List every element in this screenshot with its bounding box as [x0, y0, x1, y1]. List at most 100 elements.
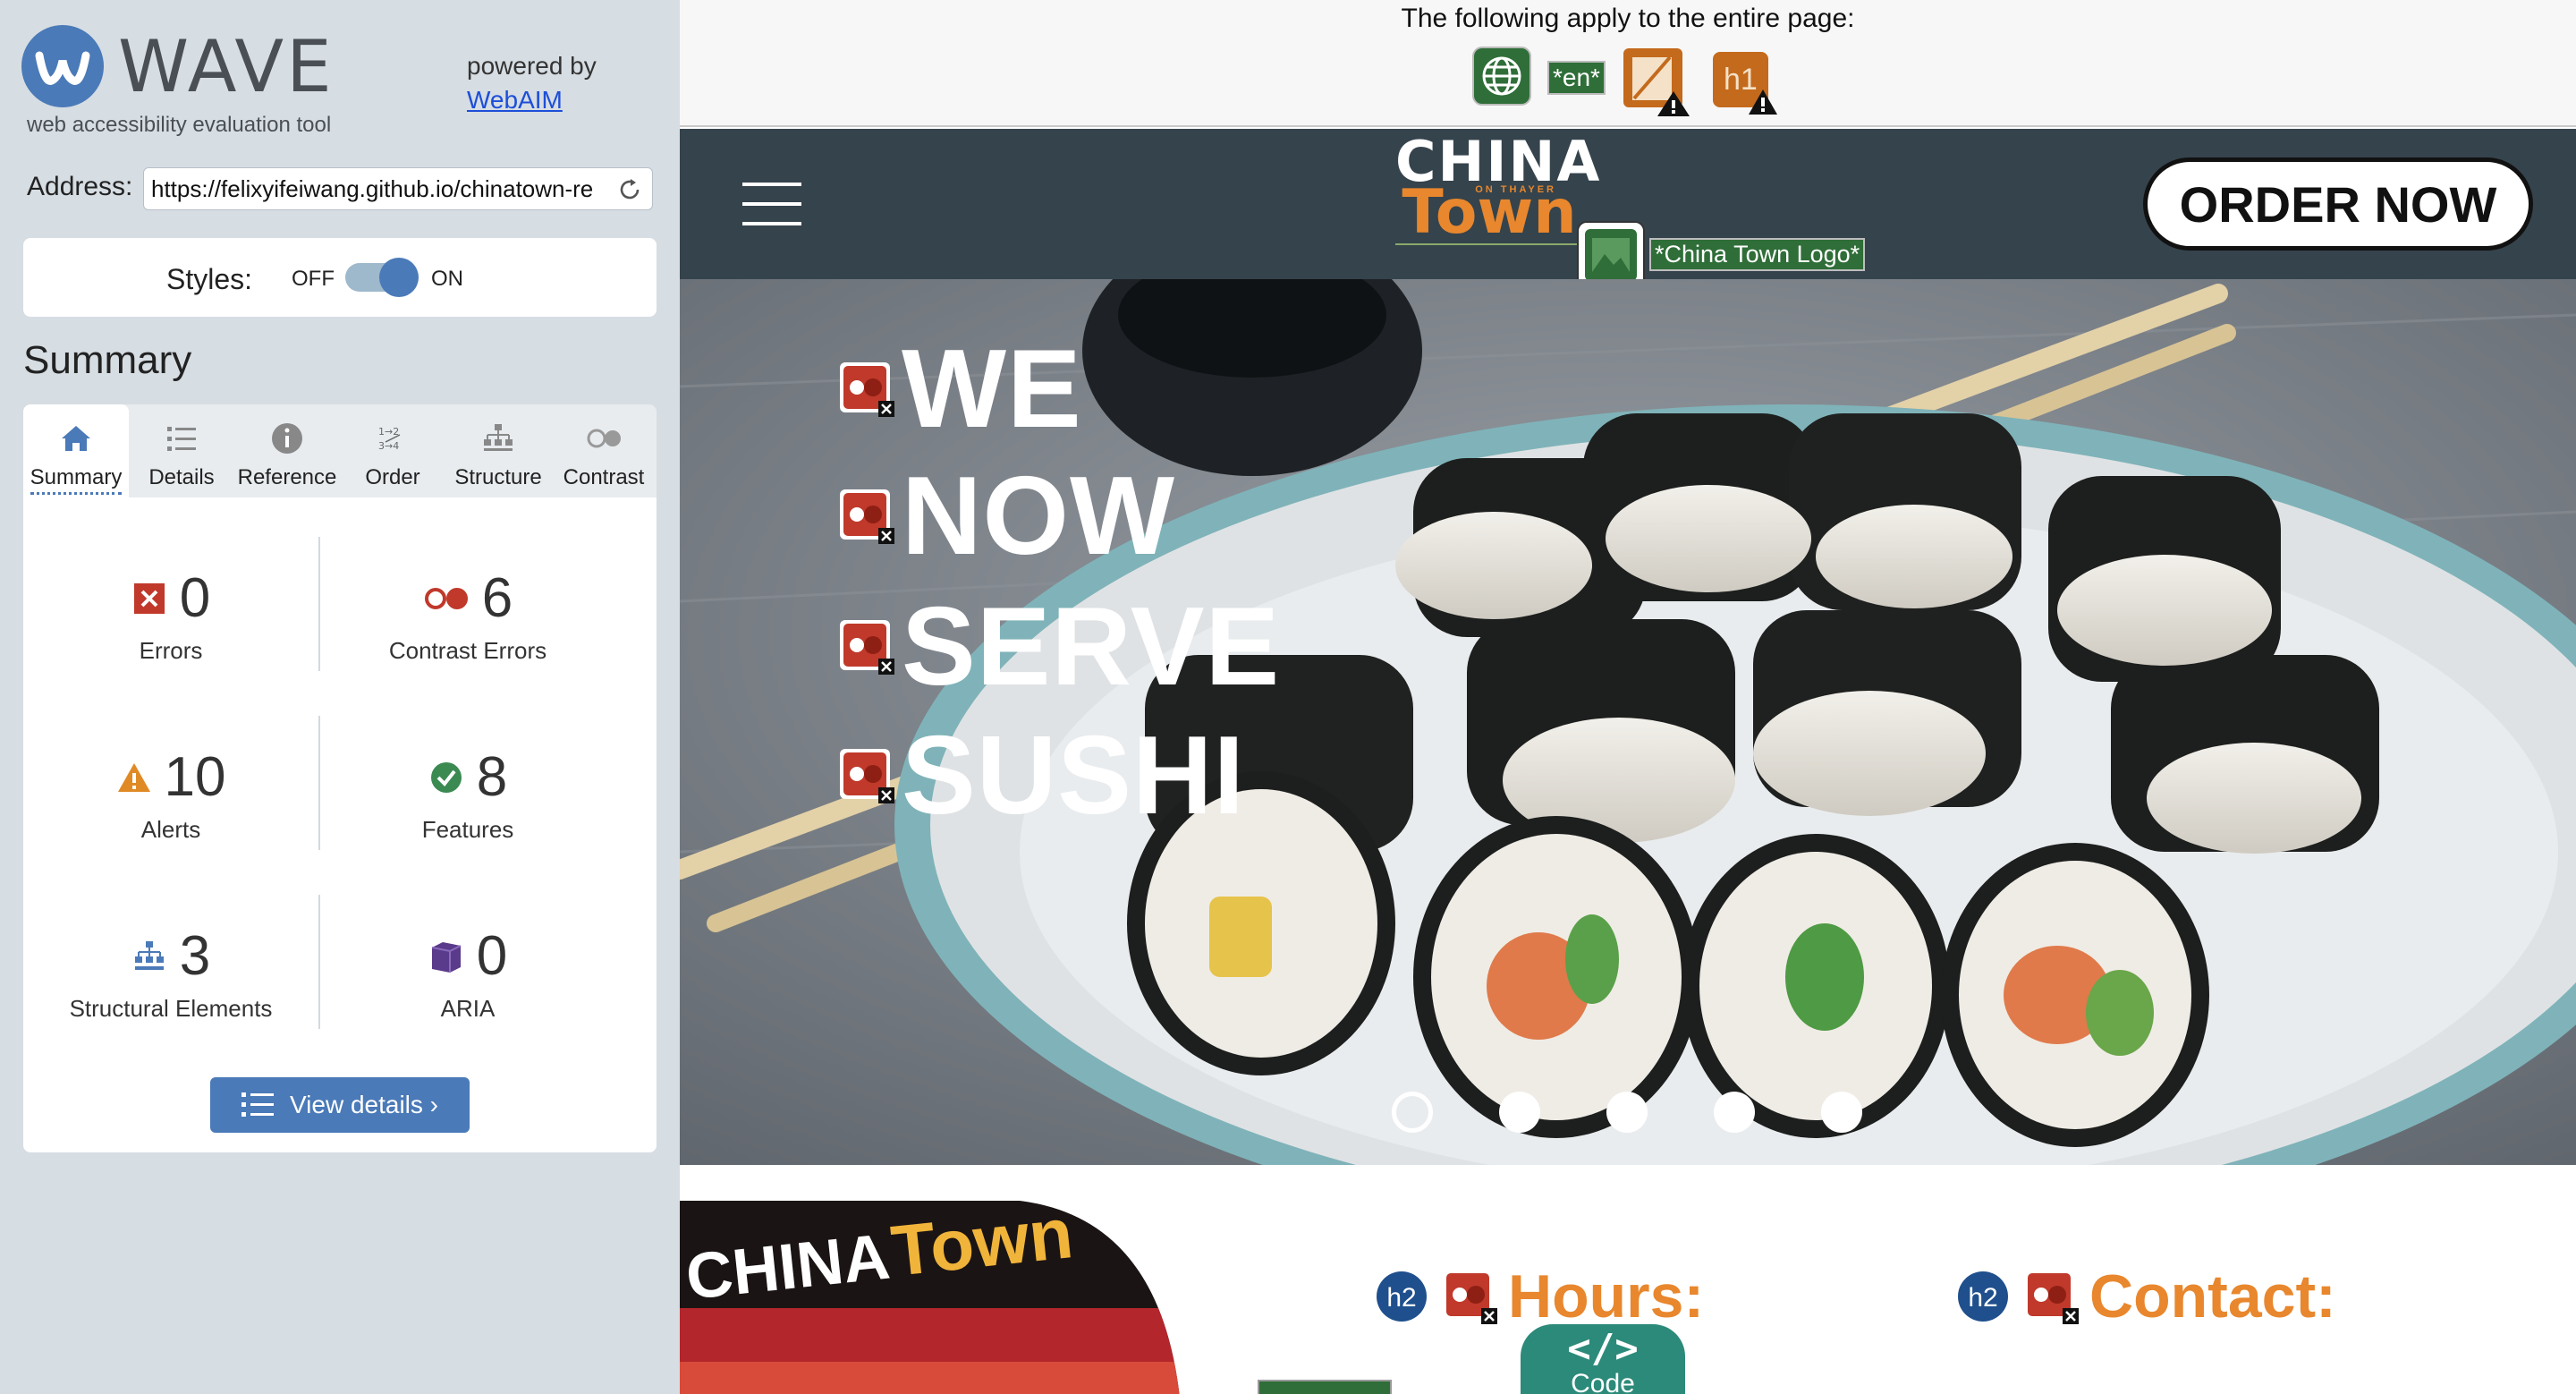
feature-check-icon: [430, 762, 462, 793]
alerts-count: 10: [164, 746, 226, 808]
contrast-icon: [587, 429, 621, 448]
h2-structure-icon[interactable]: h2: [1372, 1267, 1431, 1326]
stat-aria[interactable]: 0 ARIA: [320, 927, 615, 1023]
webaim-link[interactable]: WebAIM: [467, 86, 563, 115]
stat-features[interactable]: 8 Features: [320, 748, 615, 844]
h2-badge-text: h2: [1386, 1283, 1416, 1313]
logo-underline: [1395, 243, 1583, 245]
h2-badge-text: h2: [1968, 1283, 1997, 1313]
storefront-image: CHINA Town: [680, 1201, 1181, 1394]
address-field[interactable]: [143, 167, 653, 210]
list-icon: [241, 1092, 274, 1117]
styles-toggle[interactable]: [345, 258, 419, 297]
contrast-error-icon[interactable]: [1440, 1267, 1499, 1326]
structure-icon: [484, 424, 513, 451]
logo-alt-text: *China Town Logo*: [1649, 238, 1866, 271]
hero-word: WE: [902, 327, 1082, 451]
carousel-dot-4[interactable]: [1714, 1092, 1755, 1133]
tab-label: Structure: [454, 465, 542, 489]
alert-triangle-icon: [1748, 89, 1777, 115]
tab-label: Reference: [237, 465, 337, 489]
view-details-button[interactable]: View details ›: [210, 1077, 470, 1133]
errors-count: 0: [179, 567, 211, 629]
wave-tabs: Summary Details Reference 1→2 3→4 Order: [23, 404, 657, 497]
svg-text:1→2: 1→2: [378, 426, 399, 438]
tab-order[interactable]: 1→2 3→4 Order: [340, 404, 445, 497]
hero-word: NOW: [902, 455, 1176, 578]
tab-label: Details: [148, 465, 215, 489]
hours-heading: h2 Hours:: [1372, 1262, 1704, 1331]
missing-title-alert-icon[interactable]: [1622, 47, 1695, 118]
reload-icon[interactable]: [616, 176, 643, 203]
info-icon: [272, 423, 302, 454]
summary-heading: Summary: [23, 338, 192, 382]
stat-structural-elements[interactable]: 3 Structural Elements: [23, 927, 318, 1023]
contact-heading: h2 Contact:: [1953, 1262, 2336, 1331]
carousel-dot-2[interactable]: [1499, 1092, 1540, 1133]
china-town-logo[interactable]: CHINA ON THAYER Town: [1395, 129, 1599, 254]
wave-sidebar: WAVE web accessibility evaluation tool p…: [0, 0, 680, 1394]
carousel-dots: [1392, 1092, 1862, 1133]
language-en-badge[interactable]: *en*: [1547, 61, 1606, 95]
powered-by-text: powered by: [467, 52, 597, 80]
styles-off-label: OFF: [292, 267, 335, 291]
styles-label: Styles:: [166, 263, 253, 295]
h2-structure-icon[interactable]: h2: [1953, 1267, 2012, 1326]
hero-word: SUSHI: [902, 714, 1245, 837]
carousel-dot-5[interactable]: [1821, 1092, 1862, 1133]
contrast-error-icon[interactable]: [2021, 1267, 2080, 1326]
wave-subtitle: web accessibility evaluation tool: [27, 113, 332, 137]
hours-title: Hours:: [1508, 1262, 1705, 1330]
order-now-button[interactable]: ORDER NOW: [2143, 157, 2533, 251]
tab-label: Order: [365, 465, 420, 489]
contrast-errors-count: 6: [481, 567, 513, 629]
stat-contrast-errors[interactable]: 6 Contrast Errors: [320, 569, 615, 665]
code-toggle-button[interactable]: </> Code: [1521, 1324, 1685, 1394]
language-globe-icon[interactable]: [1472, 47, 1531, 106]
stat-errors[interactable]: 0 Errors: [23, 569, 318, 665]
aria-cube-icon: [431, 942, 462, 973]
wave-logo-icon: [21, 25, 104, 107]
tab-label: Summary: [30, 465, 123, 495]
h1-alert-icon[interactable]: h1: [1711, 47, 1781, 116]
page-level-icons: *en* h1: [1472, 47, 1781, 118]
tab-details[interactable]: Details: [129, 404, 234, 497]
aria-count: 0: [476, 925, 508, 987]
structural-count: 3: [179, 925, 211, 987]
svg-text:3→4: 3→4: [378, 440, 399, 452]
contrast-errors-label: Contrast Errors: [388, 637, 547, 664]
styles-card: Styles: OFF ON: [23, 238, 657, 317]
aria-label: ARIA: [440, 995, 496, 1022]
carousel-dot-1[interactable]: [1392, 1092, 1433, 1133]
hamburger-menu-button[interactable]: [742, 183, 801, 229]
hero-word: SERVE: [902, 585, 1281, 709]
tab-structure[interactable]: Structure: [445, 404, 551, 497]
hero-line-we: WE: [837, 331, 1082, 447]
alert-triangle-icon: [117, 763, 150, 792]
site-header: CHINA ON THAYER Town *China Town Logo* O…: [680, 129, 2576, 289]
partial-feature-label: [1258, 1380, 1392, 1394]
features-count: 8: [476, 746, 508, 808]
tab-label: Contrast: [563, 465, 645, 489]
tab-summary[interactable]: Summary: [23, 404, 129, 497]
tab-contrast[interactable]: Contrast: [551, 404, 657, 497]
logo-town-text: Town: [1402, 177, 1577, 248]
wave-title: WAVE: [118, 25, 335, 108]
address-input[interactable]: [151, 174, 598, 204]
stat-alerts[interactable]: 10 Alerts: [23, 748, 318, 844]
contrast-error-icon[interactable]: [837, 487, 896, 546]
structural-label: Structural Elements: [69, 995, 273, 1022]
hero-carousel: WE NOW SERVE SUSHI: [680, 279, 2576, 1165]
page-level-bar: The following apply to the entire page: …: [680, 0, 2576, 127]
summary-panel: 0 Errors 6 Contrast Errors 10 Alerts 8 F…: [23, 497, 657, 1152]
evaluated-page: The following apply to the entire page: …: [680, 0, 2576, 1394]
carousel-dot-3[interactable]: [1606, 1092, 1648, 1133]
hero-line-serve: SERVE: [837, 589, 1280, 705]
contrast-error-icon[interactable]: [837, 617, 896, 676]
tab-reference[interactable]: Reference: [234, 404, 340, 497]
hero-line-sushi: SUSHI: [837, 718, 1245, 834]
contrast-error-icon[interactable]: [837, 746, 896, 805]
features-label: Features: [421, 816, 514, 843]
contrast-error-icon[interactable]: [837, 360, 896, 419]
list-icon: [167, 427, 196, 451]
